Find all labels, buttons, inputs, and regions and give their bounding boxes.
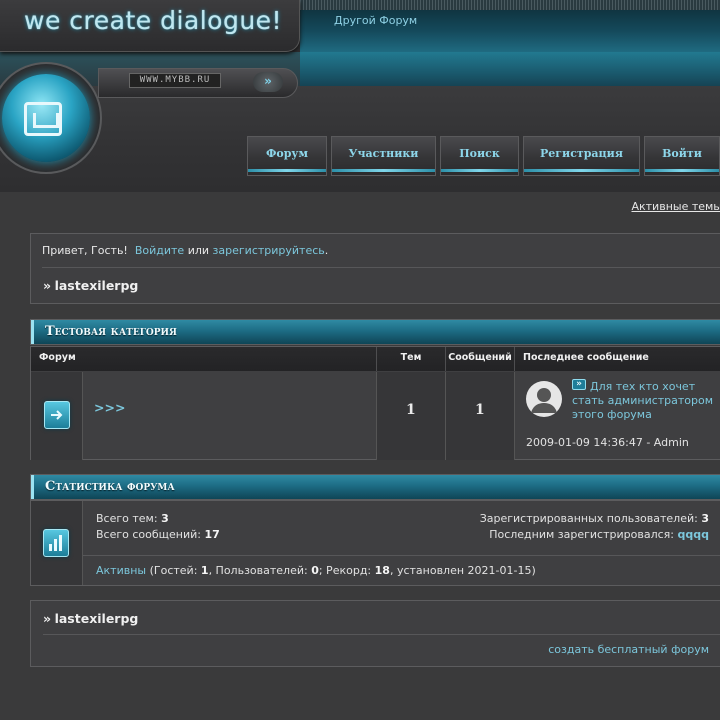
nav-register[interactable]: Регистрация: [523, 136, 640, 176]
welcome-block: Привет, Гость! Войдите или зарегистрируй…: [30, 233, 720, 304]
last-registered-label: Последним зарегистрировался:: [489, 528, 674, 541]
registered-users-value: 3: [701, 512, 709, 525]
active-topics-link[interactable]: Активные темы: [631, 200, 720, 213]
forum-logo-icon: [24, 102, 62, 136]
site-header: we create dialogue! Другой Форум WWW.MYB…: [0, 0, 720, 192]
registered-users-label: Зарегистрированных пользователей:: [479, 512, 698, 525]
other-forum-link[interactable]: Другой Форум: [334, 14, 417, 27]
last-registered: Последним зарегистрировался: qqqq: [489, 528, 709, 541]
stats-icon-cell: [31, 501, 83, 585]
column-header-topics: Тем: [377, 347, 446, 371]
breadcrumb-prefix: »: [43, 278, 52, 293]
stats-chart-icon: [43, 529, 69, 557]
create-free-forum-link[interactable]: создать бесплатный форум: [548, 643, 709, 656]
column-header-forum: Форум: [31, 347, 377, 371]
welcome-line: Привет, Гость! Войдите или зарегистрируй…: [42, 244, 328, 257]
footer-block: » lastexilerpg создать бесплатный форум: [30, 600, 720, 667]
forum-name-link[interactable]: >>>: [94, 400, 125, 415]
nav-forum[interactable]: Форум: [247, 136, 327, 176]
column-header-last-post: Последнее сообщение: [515, 347, 720, 371]
posts-count: 1: [475, 402, 485, 418]
divider: [43, 634, 720, 635]
register-link[interactable]: зарегистрируйтесь: [213, 244, 325, 257]
divider: [83, 555, 720, 556]
registered-users: Зарегистрированных пользователей: 3: [480, 512, 709, 525]
double-arrow-icon[interactable]: »: [253, 72, 283, 92]
last-registered-user-link[interactable]: qqqq: [678, 528, 710, 541]
nav-login[interactable]: Войти: [644, 136, 720, 176]
logo-panel: we create dialogue!: [0, 0, 300, 52]
topics-count: 1: [406, 402, 416, 418]
footer-breadcrumb-prefix: »: [43, 611, 52, 626]
record-value: 18: [374, 564, 390, 577]
last-post-cell: » Для тех кто хочет стать администраторо…: [515, 372, 720, 460]
divider: [42, 267, 720, 268]
record-established: , установлен 2021-01-15): [389, 564, 536, 577]
guests-label: (Гостей:: [149, 564, 198, 577]
record-label: ; Рекорд:: [318, 564, 372, 577]
users-value: 0: [311, 564, 319, 577]
users-label: , Пользователей:: [208, 564, 308, 577]
total-topics-value: 3: [161, 512, 169, 525]
total-topics: Всего тем: 3: [96, 512, 169, 525]
forum-table: Форум Тем Сообщений Последнее сообщение …: [30, 346, 720, 460]
forum-arrow-icon: [44, 401, 70, 429]
total-posts-value: 17: [204, 528, 220, 541]
login-link[interactable]: Войдите: [135, 244, 184, 257]
topics-count-cell: 1: [377, 372, 446, 460]
stats-header: Статистика форума: [30, 474, 720, 500]
posts-count-cell: 1: [446, 372, 515, 460]
period-text: .: [324, 244, 329, 257]
total-topics-label: Всего тем:: [96, 512, 158, 525]
footer-breadcrumb-forum-link[interactable]: lastexilerpg: [55, 611, 139, 626]
column-header-posts: Сообщений: [446, 347, 515, 371]
url-bar: WWW.MYBB.RU »: [98, 68, 298, 98]
breadcrumb: » lastexilerpg: [43, 278, 138, 293]
forum-icon-cell: [31, 372, 83, 460]
stats-block: Всего тем: 3 Всего сообщений: 17 Зарегис…: [30, 500, 720, 586]
site-logo-text[interactable]: we create dialogue!: [24, 6, 282, 35]
total-posts-label: Всего сообщений:: [96, 528, 201, 541]
footer-breadcrumb: » lastexilerpg: [43, 611, 138, 626]
total-posts: Всего сообщений: 17: [96, 528, 220, 541]
greeting-text: Привет, Гость!: [42, 244, 128, 257]
or-text: или: [187, 244, 210, 257]
category-header: Тестовая категория: [30, 319, 720, 345]
guests-value: 1: [200, 564, 209, 577]
active-users-link[interactable]: Активны: [96, 564, 146, 577]
breadcrumb-forum-link[interactable]: lastexilerpg: [55, 278, 139, 293]
forum-name-cell: >>>: [83, 372, 377, 460]
site-url-badge[interactable]: WWW.MYBB.RU: [129, 73, 221, 88]
last-post-meta: 2009-01-09 14:36:47 - Admin: [526, 436, 689, 449]
last-post-link[interactable]: Для тех кто хочет стать администратором …: [572, 380, 714, 422]
nav-search[interactable]: Поиск: [440, 136, 519, 176]
avatar: [526, 381, 562, 417]
nav-members[interactable]: Участники: [331, 136, 436, 176]
online-stats: Активны (Гостей: 1, Пользователей: 0; Ре…: [96, 564, 536, 577]
